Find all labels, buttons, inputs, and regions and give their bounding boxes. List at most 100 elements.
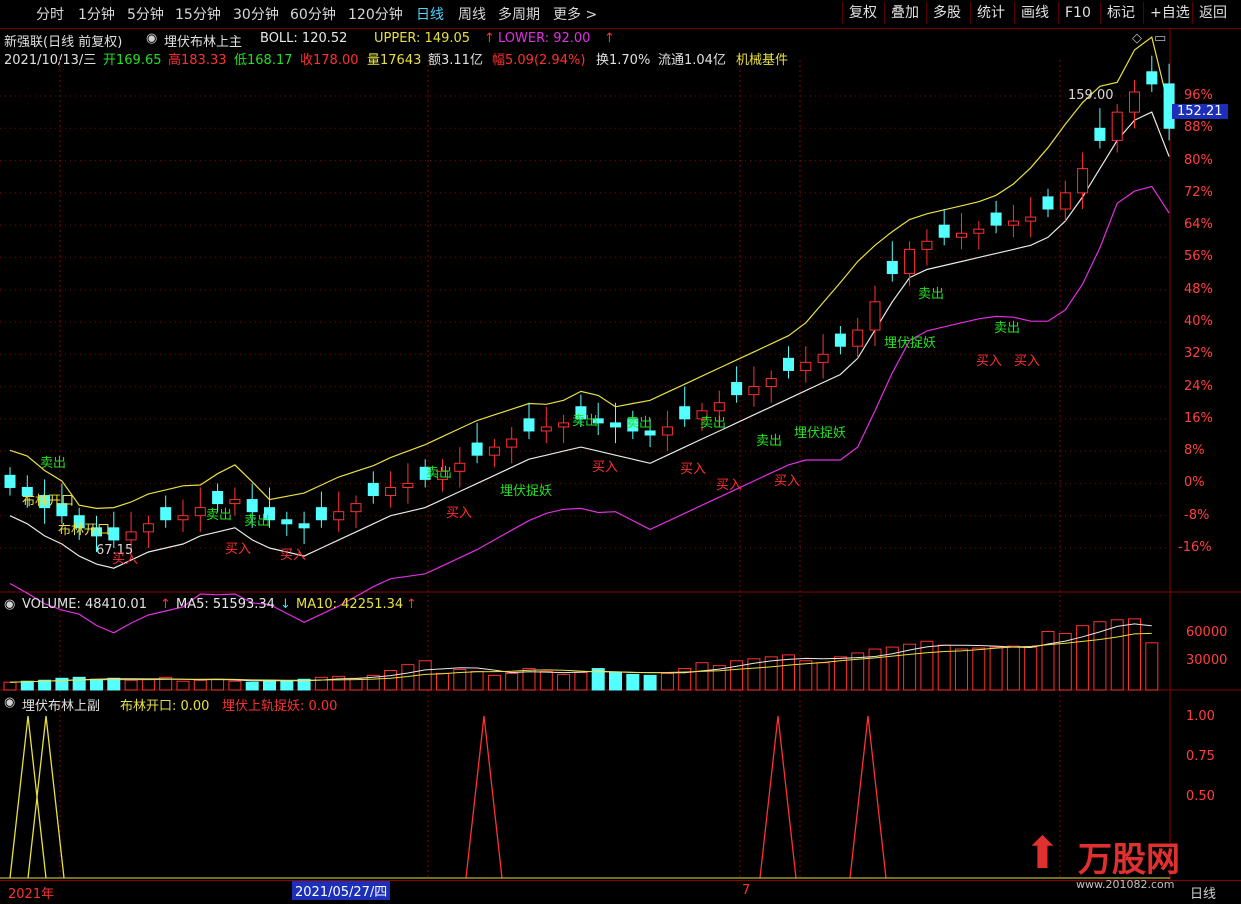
cursor-date: 2021/05/27/四	[292, 881, 391, 900]
volume-bar-48	[833, 656, 847, 691]
annotation-sell-2: 卖出	[206, 508, 233, 523]
candle-body-58	[1007, 220, 1019, 226]
annotation-buy-1: 买入	[112, 552, 139, 567]
candle-body-31	[540, 426, 552, 432]
annotation-buy-5: 买入	[592, 460, 619, 475]
y-tick-2: 80%	[1184, 152, 1213, 168]
volume-bar-29	[505, 672, 519, 691]
volume-label: VOLUME: 48410.01	[22, 597, 147, 612]
candle-body-35	[610, 422, 621, 428]
candle-body-61	[1059, 192, 1071, 210]
y-tick-10: 16%	[1184, 410, 1213, 426]
volume-bar-40	[695, 662, 709, 691]
y-tick-9: 24%	[1184, 378, 1213, 394]
ma10-arrow-icon: ↑	[406, 597, 417, 612]
annotation-sell-8: 卖出	[756, 434, 783, 449]
candle-body-12	[212, 491, 224, 505]
candle-body-50	[869, 301, 881, 331]
candle-body-29	[506, 438, 518, 448]
candle-body-38	[661, 426, 673, 436]
candle-body-0	[4, 474, 16, 488]
annotation-sell-7: 卖出	[700, 416, 727, 431]
volume-bar-55	[955, 648, 968, 691]
volume-bar-64	[1110, 619, 1124, 691]
y-tick-3: 72%	[1184, 184, 1213, 200]
candle-body-66	[1146, 71, 1158, 85]
volume-bar-57	[989, 646, 1003, 691]
candle-body-21	[367, 482, 379, 497]
volume-arrow-icon: ↑	[160, 597, 171, 612]
volume-bar-18	[314, 676, 328, 691]
candle-body-17	[298, 523, 310, 529]
candle-body-32	[558, 422, 570, 428]
sub-spike-2	[465, 715, 503, 879]
sub-spike-0	[9, 715, 47, 879]
volume-bar-38	[660, 672, 674, 691]
candle-body-7	[125, 531, 137, 541]
annotation-boll-open-1: 布林开口	[22, 494, 75, 509]
annotation-buy-4: 买入	[446, 506, 473, 521]
volume-bar-22	[384, 670, 398, 691]
sub-spike-3	[759, 715, 797, 879]
annotation-ambush-1: 埋伏捉妖	[500, 484, 553, 499]
volume-toggle-icon[interactable]: ◉	[4, 597, 15, 612]
candle-body-62	[1077, 168, 1089, 194]
y-tick-14: -16%	[1178, 540, 1212, 555]
candle-body-13	[229, 499, 241, 505]
annotation-buy-2: 买入	[225, 542, 252, 557]
volume-bar-4	[72, 676, 86, 691]
volume-bar-65	[1128, 618, 1141, 691]
candle-body-41	[713, 402, 725, 412]
y-tick-0: 96%	[1184, 88, 1213, 103]
annotation-buy-10: 买入	[1014, 354, 1041, 369]
candle-body-39	[679, 406, 691, 420]
volume-bar-27	[470, 670, 484, 691]
sub-tick-05: 0.50	[1186, 789, 1215, 804]
annotation-buy-9: 买入	[976, 354, 1003, 369]
volume-bar-47	[816, 662, 830, 691]
volume-bar-16	[280, 680, 294, 691]
candle-body-53	[921, 240, 933, 250]
sub-toggle-icon[interactable]: ◉	[4, 695, 15, 710]
volume-tick-60000: 60000	[1186, 625, 1228, 640]
candle-body-23	[402, 482, 414, 488]
volume-bar-25	[436, 672, 449, 691]
candlestick-chart[interactable]	[0, 0, 1241, 903]
volume-bar-56	[972, 647, 986, 691]
y-tick-6: 48%	[1184, 281, 1213, 297]
y-tick-7: 40%	[1184, 314, 1213, 329]
candle-body-16	[281, 519, 293, 525]
volume-bar-33	[574, 671, 588, 691]
y-tick-11: 8%	[1184, 443, 1205, 459]
candle-body-54	[938, 224, 950, 238]
candle-body-47	[817, 353, 829, 363]
volume-bar-1	[20, 680, 34, 691]
candle-body-49	[852, 329, 864, 347]
candle-body-52	[904, 248, 916, 275]
annotation-sell-9: 卖出	[918, 287, 945, 302]
sub-ambush: 埋伏上轨捉妖: 0.00	[222, 699, 338, 714]
candle-body-8	[142, 523, 154, 533]
candle-body-56	[973, 228, 985, 234]
candle-body-42	[731, 382, 743, 396]
annotation-ambush-3: 埋伏捉妖	[884, 336, 937, 351]
annotation-sell-4: 卖出	[426, 466, 453, 481]
volume-bar-28	[487, 674, 501, 691]
candle-body-55	[956, 232, 967, 238]
volume-bar-32	[557, 673, 571, 691]
candle-body-59	[1025, 216, 1037, 222]
annotation-buy-6: 买入	[680, 462, 707, 477]
candle-body-48	[834, 333, 846, 347]
boll-upper-line	[9, 36, 1170, 510]
volume-bar-60	[1041, 631, 1055, 691]
candle-body-27	[471, 442, 483, 456]
sub-spike-1	[27, 715, 65, 879]
candle-body-51	[886, 260, 898, 275]
volume-bar-14	[245, 681, 259, 691]
volume-bar-46	[799, 660, 813, 691]
volume-bar-10	[176, 680, 190, 691]
candle-body-10	[177, 515, 189, 521]
volume-bar-5	[90, 678, 103, 691]
volume-bar-12	[211, 678, 225, 691]
annotation-sell-10: 卖出	[994, 321, 1021, 336]
